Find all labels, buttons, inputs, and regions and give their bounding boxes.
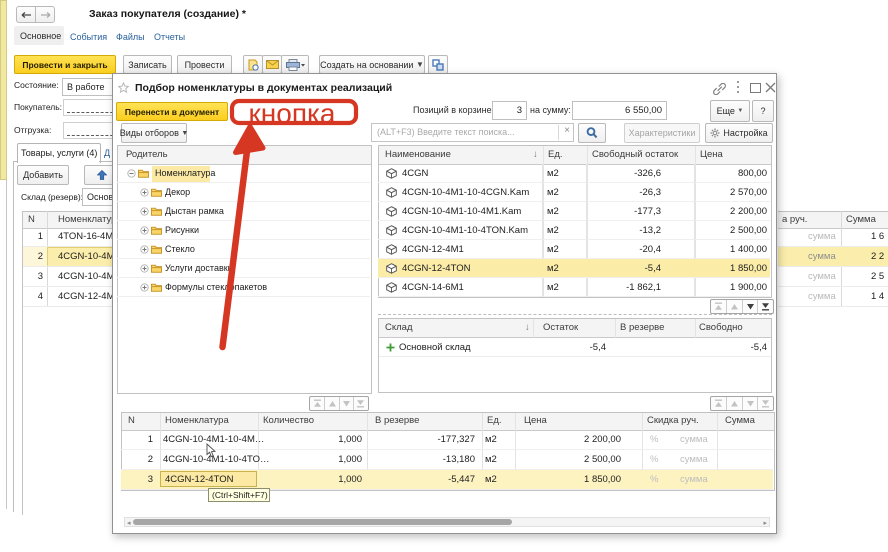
svg-text:кнопка: кнопка [249, 98, 336, 129]
